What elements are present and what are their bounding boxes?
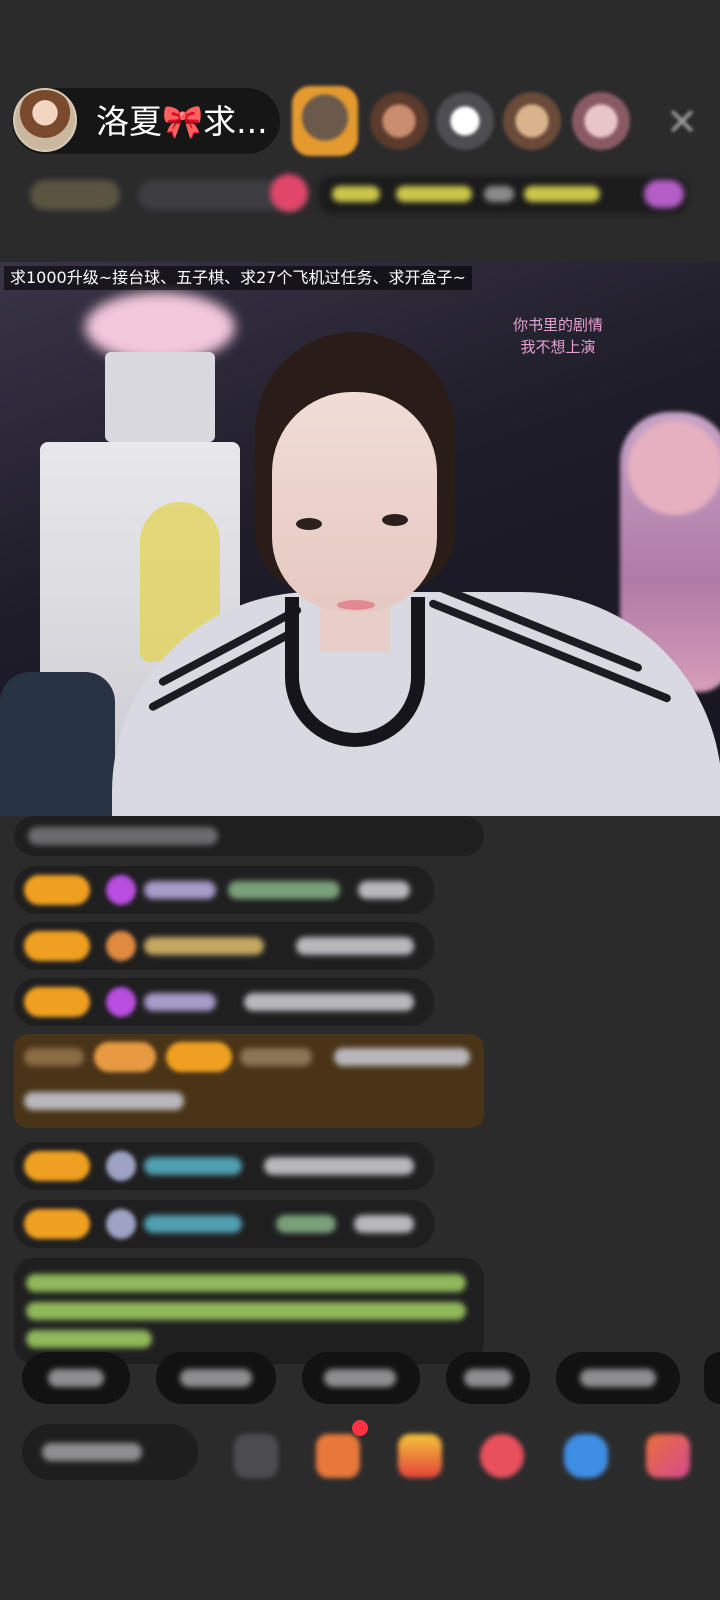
chip-label <box>324 1369 396 1387</box>
quick-reply-chip[interactable] <box>22 1352 130 1404</box>
fan-badge <box>24 931 90 961</box>
share-icon[interactable] <box>234 1434 278 1478</box>
anchor-name[interactable]: 洛夏🎀求... <box>96 100 268 144</box>
viewer-avatar[interactable] <box>370 92 428 150</box>
red-packet-icon[interactable] <box>398 1434 442 1478</box>
message-text <box>24 1092 184 1110</box>
streamer-face <box>272 392 437 612</box>
fan-badge <box>24 1151 90 1181</box>
vase-decor <box>105 352 215 442</box>
user-name <box>144 881 216 899</box>
notice-text <box>26 1302 466 1320</box>
notification-dot <box>352 1420 368 1436</box>
message-text <box>264 1157 414 1175</box>
message-text <box>228 881 340 899</box>
quick-reply-chip[interactable] <box>302 1352 420 1404</box>
chat-message[interactable] <box>14 1200 434 1248</box>
anchor-avatar[interactable] <box>13 88 77 152</box>
fan-badge <box>24 1209 90 1239</box>
task-text <box>396 186 472 202</box>
message-text <box>28 827 218 845</box>
chip-label <box>48 1369 104 1387</box>
rank-badge <box>270 174 308 212</box>
live-video[interactable]: 求1000升级~接台球、五子棋、求27个飞机过任务、求开盒子~ 你书里的剧情 我… <box>0 262 720 816</box>
comment-placeholder <box>42 1443 142 1461</box>
chip-label <box>464 1369 512 1387</box>
chat-message[interactable] <box>14 816 484 856</box>
message-text <box>354 1215 414 1233</box>
shirt-collar <box>285 597 425 747</box>
streamer-eye <box>382 514 408 526</box>
fan-badge <box>24 987 90 1017</box>
message-text <box>244 993 414 1011</box>
streamer-lips <box>337 600 375 610</box>
message-text <box>276 1215 336 1233</box>
chip-label <box>180 1369 252 1387</box>
close-icon[interactable]: ✕ <box>664 103 700 141</box>
user-name <box>144 1215 242 1233</box>
chip-label <box>580 1369 656 1387</box>
task-text <box>332 186 380 202</box>
user-name <box>144 1157 242 1175</box>
rank-info-row <box>0 170 720 222</box>
notice-text <box>26 1330 152 1348</box>
message-text <box>358 881 410 899</box>
quick-reply-chip[interactable] <box>156 1352 276 1404</box>
level-badge[interactable] <box>30 180 120 210</box>
viewer-avatar[interactable] <box>436 92 494 150</box>
level-gem-icon <box>106 987 136 1017</box>
level-gem-icon <box>106 931 136 961</box>
chat-message-highlight[interactable] <box>14 1034 484 1128</box>
system-notice <box>14 1258 484 1364</box>
lyric-line: 我不想上演 <box>520 338 596 356</box>
comment-input[interactable] <box>22 1424 198 1480</box>
fan-badge <box>166 1042 232 1072</box>
notice-text <box>26 1274 466 1292</box>
task-text <box>524 186 600 202</box>
user-name <box>240 1048 312 1066</box>
fan-badge <box>24 875 90 905</box>
chat-message[interactable] <box>14 1142 434 1190</box>
viewer-avatar[interactable] <box>572 92 630 150</box>
viewer-avatar[interactable] <box>503 92 561 150</box>
user-name <box>144 937 264 955</box>
chair <box>0 672 115 816</box>
lucky-bag-icon[interactable] <box>480 1434 524 1478</box>
user-avatar-icon <box>106 1151 136 1181</box>
stream-announcement: 求1000升级~接台球、五子棋、求27个飞机过任务、求开盒子~ <box>4 266 472 290</box>
chat-message[interactable] <box>14 978 434 1026</box>
game-icon[interactable] <box>564 1434 608 1478</box>
chat-message[interactable] <box>14 866 434 914</box>
chat-message[interactable] <box>14 922 434 970</box>
user-name <box>144 993 216 1011</box>
noble-badge <box>94 1042 156 1072</box>
user-level <box>24 1048 84 1066</box>
lyric-overlay: 你书里的剧情 我不想上演 <box>498 314 618 358</box>
task-text <box>484 186 514 202</box>
quick-reply-chip[interactable] <box>556 1352 680 1404</box>
quick-reply-chip-partial[interactable] <box>704 1352 720 1404</box>
streamer-eye <box>296 518 322 530</box>
top-viewer-avatar[interactable] <box>292 86 358 156</box>
lyric-line: 你书里的剧情 <box>512 316 603 334</box>
more-icon[interactable] <box>646 1434 690 1478</box>
quick-reply-chip[interactable] <box>446 1352 530 1404</box>
activity-icon[interactable] <box>644 180 684 208</box>
user-avatar-icon <box>106 1209 136 1239</box>
gift-box-icon[interactable] <box>316 1434 360 1478</box>
message-text <box>334 1048 470 1066</box>
message-text <box>296 937 414 955</box>
level-gem-icon <box>106 875 136 905</box>
